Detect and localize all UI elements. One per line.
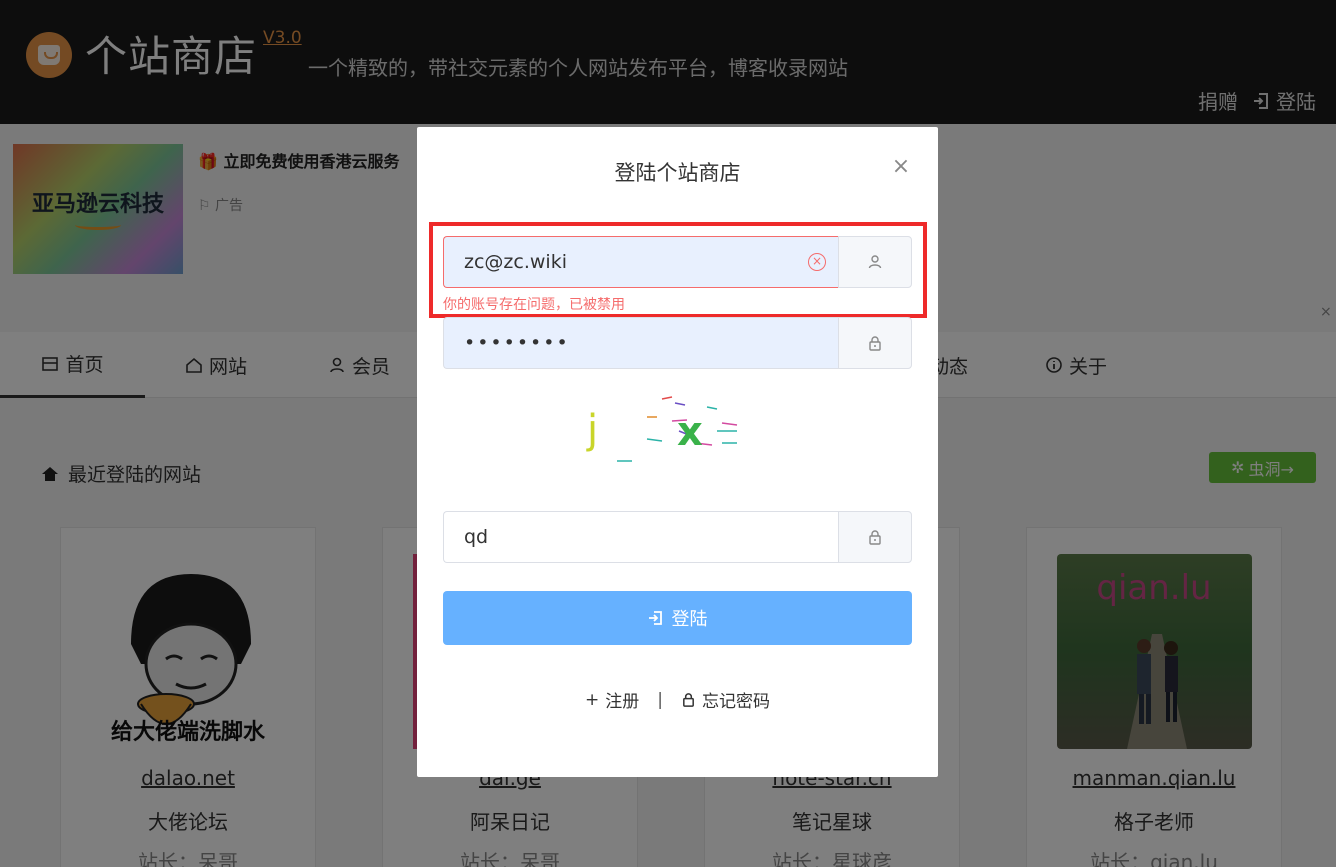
login-button-label: 登陆 <box>671 609 708 630</box>
captcha-char: j <box>586 407 598 453</box>
captcha-image[interactable]: j x <box>577 395 777 465</box>
lock-icon <box>683 693 694 707</box>
captcha-field: qd <box>443 511 912 563</box>
password-field: •••••••• <box>443 317 912 369</box>
dialog-links: + 注册 | 忘记密码 <box>417 687 938 713</box>
forgot-password-link[interactable]: 忘记密码 <box>681 687 770 712</box>
password-input-value: •••••••• <box>464 332 570 354</box>
plus-icon: + <box>585 689 600 710</box>
login-dialog: 登陆个站商店 × zc@zc.wiki × 你的账号存在问题，已被禁用 ••••… <box>417 127 938 777</box>
close-icon[interactable]: × <box>891 156 911 178</box>
login-icon <box>648 611 662 625</box>
link-separator: | <box>657 689 663 710</box>
captcha-input-value: qd <box>464 526 489 548</box>
captcha-input[interactable]: qd <box>443 511 838 563</box>
captcha-lock-addon <box>838 511 912 563</box>
lock-icon <box>869 336 881 351</box>
login-button[interactable]: 登陆 <box>443 591 912 645</box>
highlight-frame <box>429 222 927 318</box>
password-lock-addon <box>838 317 912 369</box>
captcha-char: x <box>677 409 703 455</box>
register-link[interactable]: + 注册 <box>585 687 640 713</box>
password-input[interactable]: •••••••• <box>443 317 838 369</box>
forgot-password-label: 忘记密码 <box>701 692 770 712</box>
register-label: 注册 <box>605 692 640 712</box>
lock-icon <box>869 530 881 545</box>
dialog-title: 登陆个站商店 <box>614 161 741 185</box>
